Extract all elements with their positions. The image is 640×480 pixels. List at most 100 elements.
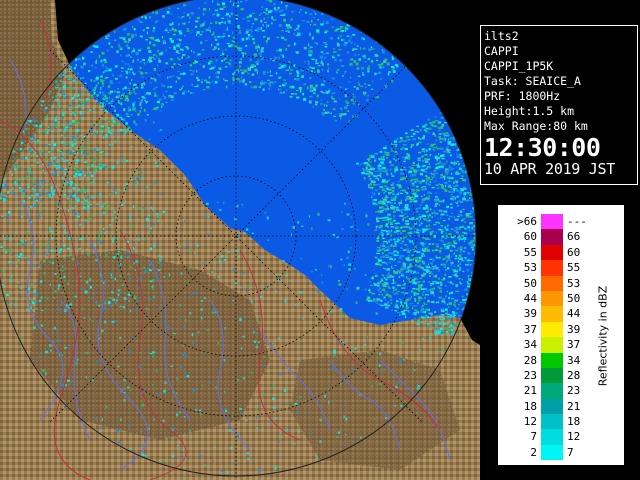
echo-cell <box>466 280 469 284</box>
echo-cell <box>332 92 336 94</box>
echo-cell <box>48 143 51 146</box>
echo-cell <box>222 78 225 81</box>
echo-cell <box>387 248 391 251</box>
echo-cell <box>400 310 405 313</box>
echo-cell <box>198 409 201 412</box>
echo-cell <box>85 98 89 101</box>
echo-cell <box>41 190 45 192</box>
echo-cell <box>133 185 135 188</box>
echo-cell <box>14 179 17 182</box>
echo-cell <box>212 308 215 311</box>
echo-cell <box>139 21 143 23</box>
echo-cell <box>434 199 438 202</box>
echo-cell <box>286 430 290 432</box>
echo-cell <box>190 249 192 252</box>
echo-cell <box>191 92 195 94</box>
echo-cell <box>264 21 267 23</box>
echo-cell <box>90 174 93 177</box>
echo-cell <box>167 31 170 33</box>
echo-cell <box>279 63 281 65</box>
echo-cell <box>81 237 84 241</box>
echo-cell <box>340 258 343 261</box>
echo-cell <box>111 125 114 127</box>
echo-cell <box>241 71 245 75</box>
echo-cell <box>382 237 385 239</box>
echo-cell <box>395 145 397 148</box>
echo-cell <box>333 354 336 357</box>
echo-cell <box>256 427 259 430</box>
echo-cell <box>402 284 406 286</box>
radar-map-view[interactable] <box>0 0 480 480</box>
echo-cell <box>148 37 152 39</box>
echo-cell <box>75 219 78 221</box>
echo-cell <box>255 416 258 419</box>
echo-cell <box>104 302 106 305</box>
echo-cell <box>379 206 382 209</box>
echo-cell <box>23 275 26 277</box>
echo-cell <box>73 138 76 141</box>
echo-cell <box>7 214 10 217</box>
echo-cell <box>262 364 265 367</box>
echo-cell <box>173 28 177 32</box>
echo-cell <box>343 43 347 46</box>
echo-cell <box>132 107 136 110</box>
echo-cell <box>46 297 49 300</box>
echo-cell <box>406 304 408 307</box>
echo-cell <box>153 418 155 421</box>
echo-cell <box>313 88 316 91</box>
echo-cell <box>421 248 424 251</box>
echo-cell <box>423 151 425 153</box>
echo-cell <box>0 246 3 248</box>
echo-cell <box>62 245 66 247</box>
echo-cell <box>91 195 95 199</box>
echo-cell <box>386 268 390 271</box>
echo-cell <box>103 307 107 310</box>
echo-cell <box>450 267 452 269</box>
echo-cell <box>149 16 151 19</box>
echo-cell <box>381 261 385 264</box>
echo-cell <box>126 251 128 254</box>
echo-cell <box>449 151 451 153</box>
echo-cell <box>127 293 131 296</box>
echo-cell <box>145 16 147 20</box>
echo-cell <box>149 41 151 45</box>
echo-cell <box>204 79 207 82</box>
echo-cell <box>157 296 159 298</box>
echo-cell <box>196 84 199 88</box>
echo-cell <box>31 194 34 197</box>
echo-cell <box>68 184 70 186</box>
echo-cell <box>386 188 389 190</box>
echo-cell <box>161 222 163 225</box>
echo-cell <box>385 303 387 306</box>
echo-cell <box>258 468 261 472</box>
echo-cell <box>394 147 396 151</box>
echo-cell <box>374 158 377 161</box>
echo-cell <box>299 291 303 294</box>
echo-cell <box>298 430 300 433</box>
echo-cell <box>194 409 197 411</box>
echo-cell <box>444 138 447 141</box>
echo-cell <box>340 308 343 311</box>
echo-cell <box>454 304 456 307</box>
echo-cell <box>406 238 410 241</box>
echo-cell <box>451 162 453 165</box>
legend-lower-bound: 50 <box>523 276 537 290</box>
echo-cell <box>248 81 252 83</box>
echo-cell <box>421 201 424 204</box>
echo-cell <box>440 209 443 212</box>
echo-cell <box>394 223 399 225</box>
echo-cell <box>157 39 161 42</box>
echo-cell <box>326 111 330 114</box>
echo-cell <box>113 236 115 240</box>
echo-cell <box>279 11 281 13</box>
echo-cell <box>126 160 129 162</box>
echo-cell <box>423 135 426 138</box>
echo-cell <box>393 289 395 291</box>
echo-cell <box>77 57 81 61</box>
echo-cell <box>39 124 42 128</box>
echo-cell <box>432 149 435 151</box>
echo-cell <box>169 23 173 26</box>
echo-cell <box>95 360 99 363</box>
echo-cell <box>53 296 56 299</box>
echo-cell <box>70 140 73 144</box>
